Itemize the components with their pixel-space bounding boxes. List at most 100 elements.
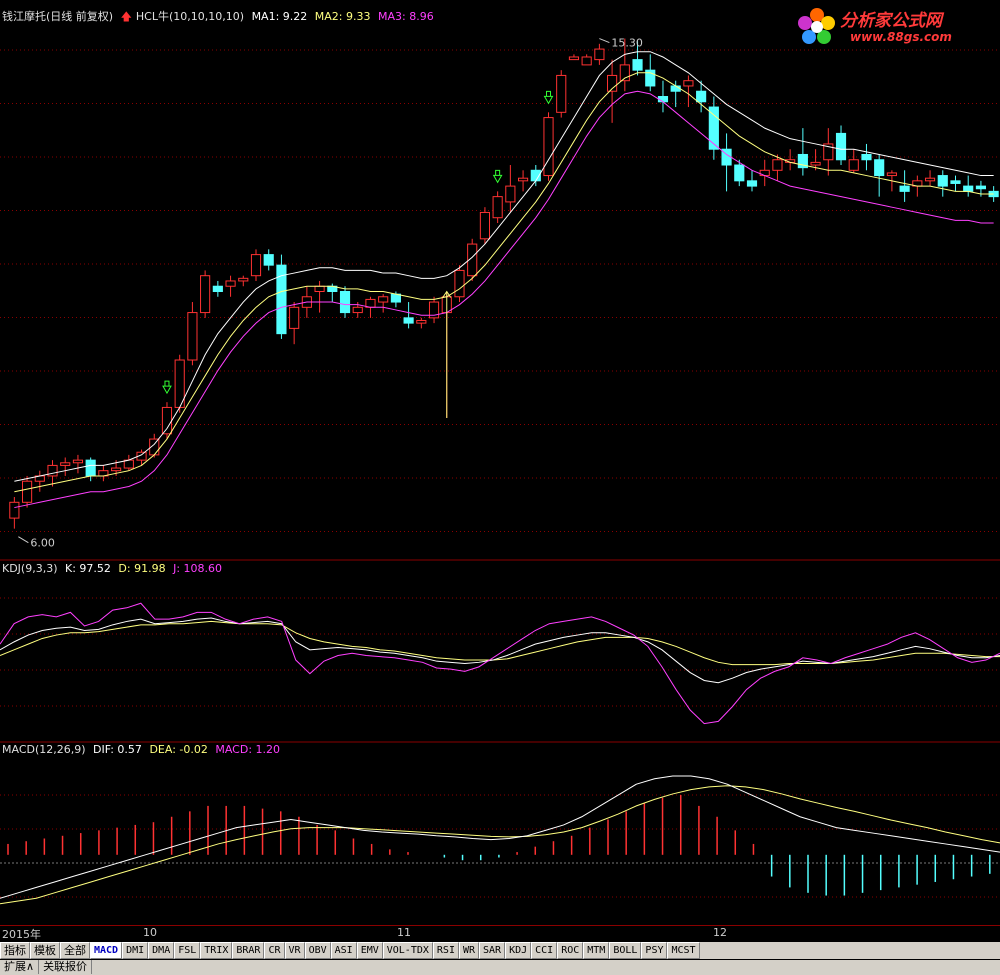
- tab-mtm[interactable]: MTM: [583, 942, 610, 959]
- candle-body: [21, 480, 33, 503]
- kdj-k-line: [0, 617, 1000, 684]
- tab-kdj[interactable]: KDJ: [505, 942, 532, 959]
- tab-emv[interactable]: EMV: [356, 942, 383, 959]
- tab-指标[interactable]: 指标: [0, 942, 30, 959]
- ma1-value: MA1: 9.22: [251, 10, 308, 23]
- watermark-logo: 分析家公式网 www.88gs.com: [792, 4, 992, 50]
- date-label: 2015年: [2, 928, 41, 941]
- macd-value: MACD: 1.20: [215, 743, 281, 756]
- candle-body: [111, 467, 122, 472]
- tab-psy[interactable]: PSY: [641, 942, 668, 959]
- ma1-line: [14, 51, 994, 482]
- tab-cr[interactable]: CR: [264, 942, 285, 959]
- candle-body: [886, 172, 897, 177]
- date-label: 11: [397, 926, 411, 939]
- candle-body: [963, 185, 974, 192]
- candle-body: [403, 317, 414, 324]
- tab-brar[interactable]: BRAR: [232, 942, 265, 959]
- tab-sar[interactable]: SAR: [479, 942, 506, 959]
- ma2-value: MA2: 9.33: [314, 10, 371, 23]
- arrow-up-icon: 🡅: [120, 10, 132, 23]
- main-legend: 钱江摩托(日线 前复权) 🡅 HCL牛(10,10,10,10) MA1: 9.2…: [2, 10, 438, 24]
- candle-body: [416, 319, 427, 324]
- date-label: 10: [143, 926, 157, 939]
- candle-body: [263, 254, 274, 266]
- tab-asi[interactable]: ASI: [330, 942, 357, 959]
- candle-body: [390, 293, 401, 303]
- tab-wr[interactable]: WR: [458, 942, 480, 959]
- tab-模板[interactable]: 模板: [30, 942, 60, 959]
- low-price-label: 6.00: [30, 537, 55, 550]
- kdj-d: D: 91.98: [118, 562, 166, 575]
- candle-body: [670, 85, 681, 92]
- tab-roc[interactable]: ROC: [557, 942, 584, 959]
- candle-body: [225, 280, 236, 287]
- tab-dma[interactable]: DMA: [148, 942, 175, 959]
- kdj-j: J: 108.60: [173, 562, 223, 575]
- candle-body: [314, 285, 325, 293]
- candle-body: [810, 161, 821, 166]
- date-axis: 2015年 10 11 12: [0, 925, 1000, 941]
- candle-body: [874, 159, 885, 177]
- date-label: 12: [713, 926, 727, 939]
- candle-body: [683, 80, 694, 87]
- tab-全部[interactable]: 全部: [60, 942, 90, 959]
- bottom-toolbar: 扩展∧ 关联报价: [0, 960, 1000, 975]
- kdj-legend: KDJ(9,3,3) K: 97.52 D: 91.98 J: 108.60: [2, 562, 226, 576]
- candle-body: [556, 74, 567, 113]
- tab-obv[interactable]: OBV: [304, 942, 331, 959]
- candle-body: [187, 312, 198, 361]
- tab-dmi[interactable]: DMI: [122, 942, 149, 959]
- low-pointer: [18, 536, 29, 544]
- candle-body: [594, 48, 605, 61]
- candle-body: [85, 459, 96, 477]
- expand-button[interactable]: 扩展∧: [0, 960, 40, 974]
- tab-trix[interactable]: TRIX: [200, 942, 233, 959]
- watermark-title: 分析家公式网: [840, 11, 942, 31]
- signal-down-arrow-icon: [543, 90, 554, 105]
- stock-title: 钱江摩托(日线 前复权): [2, 10, 114, 23]
- stock-chart[interactable]: 15.30 6.00: [0, 0, 1000, 940]
- tab-vol-tdx[interactable]: VOL-TDX: [382, 942, 433, 959]
- high-price-label: 15.30: [611, 37, 643, 50]
- tab-rsi[interactable]: RSI: [432, 942, 459, 959]
- candle-body: [632, 59, 643, 71]
- candle-body: [937, 175, 948, 187]
- tab-macd[interactable]: MACD: [90, 942, 123, 959]
- kdj-title: KDJ(9,3,3): [2, 562, 58, 575]
- candle-body: [835, 132, 847, 161]
- ma3-value: MA3: 8.96: [378, 10, 434, 23]
- kdj-k: K: 97.52: [65, 562, 111, 575]
- candle-body: [479, 211, 491, 240]
- tab-boll[interactable]: BOLL: [609, 942, 642, 959]
- candle-body: [352, 306, 363, 314]
- candle-body: [924, 177, 936, 182]
- candle-body: [200, 275, 211, 314]
- signal-down-arrow-icon: [492, 169, 503, 184]
- tab-vr[interactable]: VR: [284, 942, 305, 959]
- candle-body: [657, 96, 669, 103]
- candle-body: [123, 459, 134, 469]
- flower-logo-icon: [798, 8, 835, 44]
- tab-mcst[interactable]: MCST: [667, 942, 700, 959]
- candle-body: [568, 56, 580, 61]
- candle-body: [734, 164, 745, 182]
- candle-body: [238, 277, 249, 282]
- signal-down-arrow-icon: [162, 380, 172, 395]
- macd-dif: DIF: 0.57: [93, 743, 142, 756]
- candle-body: [772, 159, 783, 171]
- candle-body: [975, 185, 987, 190]
- candle-body: [581, 56, 592, 66]
- tab-fsl[interactable]: FSL: [174, 942, 201, 959]
- candle-body: [161, 406, 173, 435]
- candle-body: [250, 254, 262, 277]
- candle-body: [543, 117, 554, 177]
- candle-body: [289, 306, 300, 329]
- candle-body: [899, 185, 910, 192]
- candle-body: [746, 180, 758, 187]
- tab-cci[interactable]: CCI: [531, 942, 558, 959]
- candle-body: [950, 180, 961, 184]
- related-quotes-button[interactable]: 关联报价: [39, 960, 93, 974]
- macd-title: MACD(12,26,9): [2, 743, 86, 756]
- candle-body: [60, 462, 71, 466]
